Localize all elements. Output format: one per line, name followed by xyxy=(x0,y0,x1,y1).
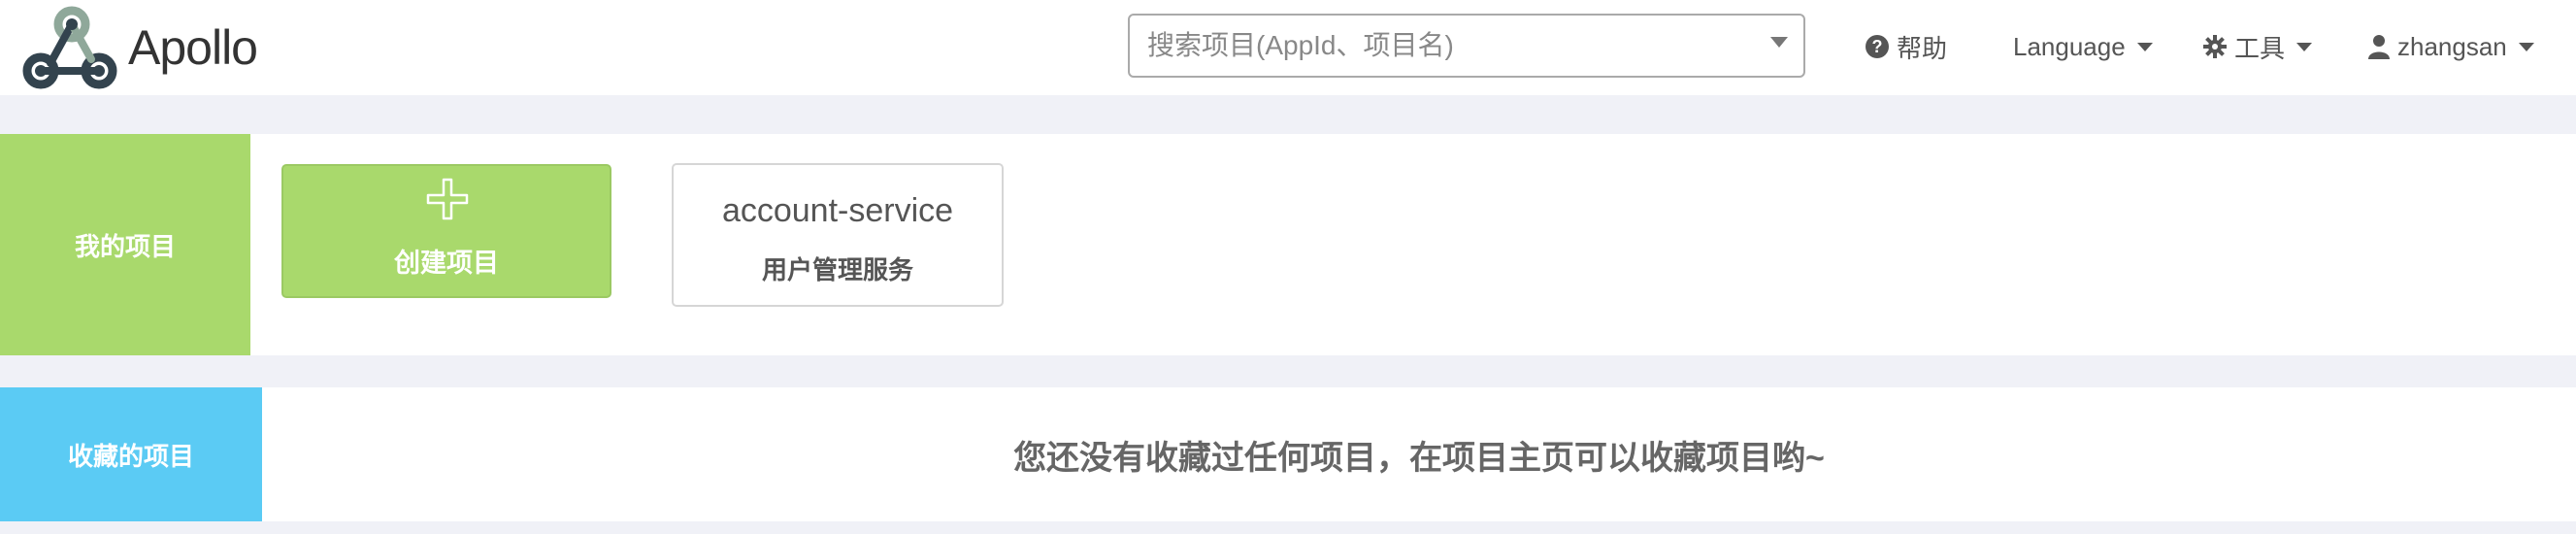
favorite-projects-section: 收藏的项目 您还没有收藏过任何项目，在项目主页可以收藏项目哟~ xyxy=(0,387,2576,521)
brand-name: Apollo xyxy=(128,20,258,75)
plus-icon xyxy=(426,178,469,220)
favorite-projects-label: 收藏的项目 xyxy=(0,387,262,521)
nav-help[interactable]: ? 帮助 xyxy=(1866,27,1947,66)
create-project-label: 创建项目 xyxy=(394,249,499,278)
gear-icon xyxy=(2203,35,2227,58)
project-search-select[interactable] xyxy=(1128,14,1805,78)
caret-down-icon xyxy=(2296,42,2313,51)
project-search-input[interactable] xyxy=(1130,16,1732,76)
nav-tools-label: 工具 xyxy=(2234,33,2286,63)
apollo-logo-icon xyxy=(22,6,117,89)
nav-language-dropdown[interactable]: Language xyxy=(2013,27,2153,66)
caret-down-icon xyxy=(2136,42,2153,51)
top-navbar: Apollo ? 帮助 Language 工具 xyxy=(0,0,2576,95)
caret-down-icon xyxy=(2518,42,2534,51)
project-name: 用户管理服务 xyxy=(761,255,913,284)
chevron-down-icon[interactable] xyxy=(1770,37,1788,48)
my-projects-label: 我的项目 xyxy=(0,134,250,355)
nav-help-label: 帮助 xyxy=(1897,33,1948,63)
brand[interactable]: Apollo xyxy=(21,0,258,95)
project-card[interactable]: account-service 用户管理服务 xyxy=(672,163,1004,307)
user-icon xyxy=(2368,35,2390,59)
nav-language-label: Language xyxy=(2013,31,2126,61)
my-projects-section: 我的项目 创建项目 account-service 用户管理服务 xyxy=(0,134,2576,355)
nav-user-dropdown[interactable]: zhangsan xyxy=(2368,27,2534,66)
nav-tools-dropdown[interactable]: 工具 xyxy=(2203,27,2313,66)
project-app-id: account-service xyxy=(721,192,954,229)
nav-user-label: zhangsan xyxy=(2397,31,2507,61)
favorites-empty-message: 您还没有收藏过任何项目，在项目主页可以收藏项目哟~ xyxy=(1013,439,1825,477)
create-project-button[interactable]: 创建项目 xyxy=(281,164,611,298)
question-circle-icon: ? xyxy=(1866,35,1889,58)
